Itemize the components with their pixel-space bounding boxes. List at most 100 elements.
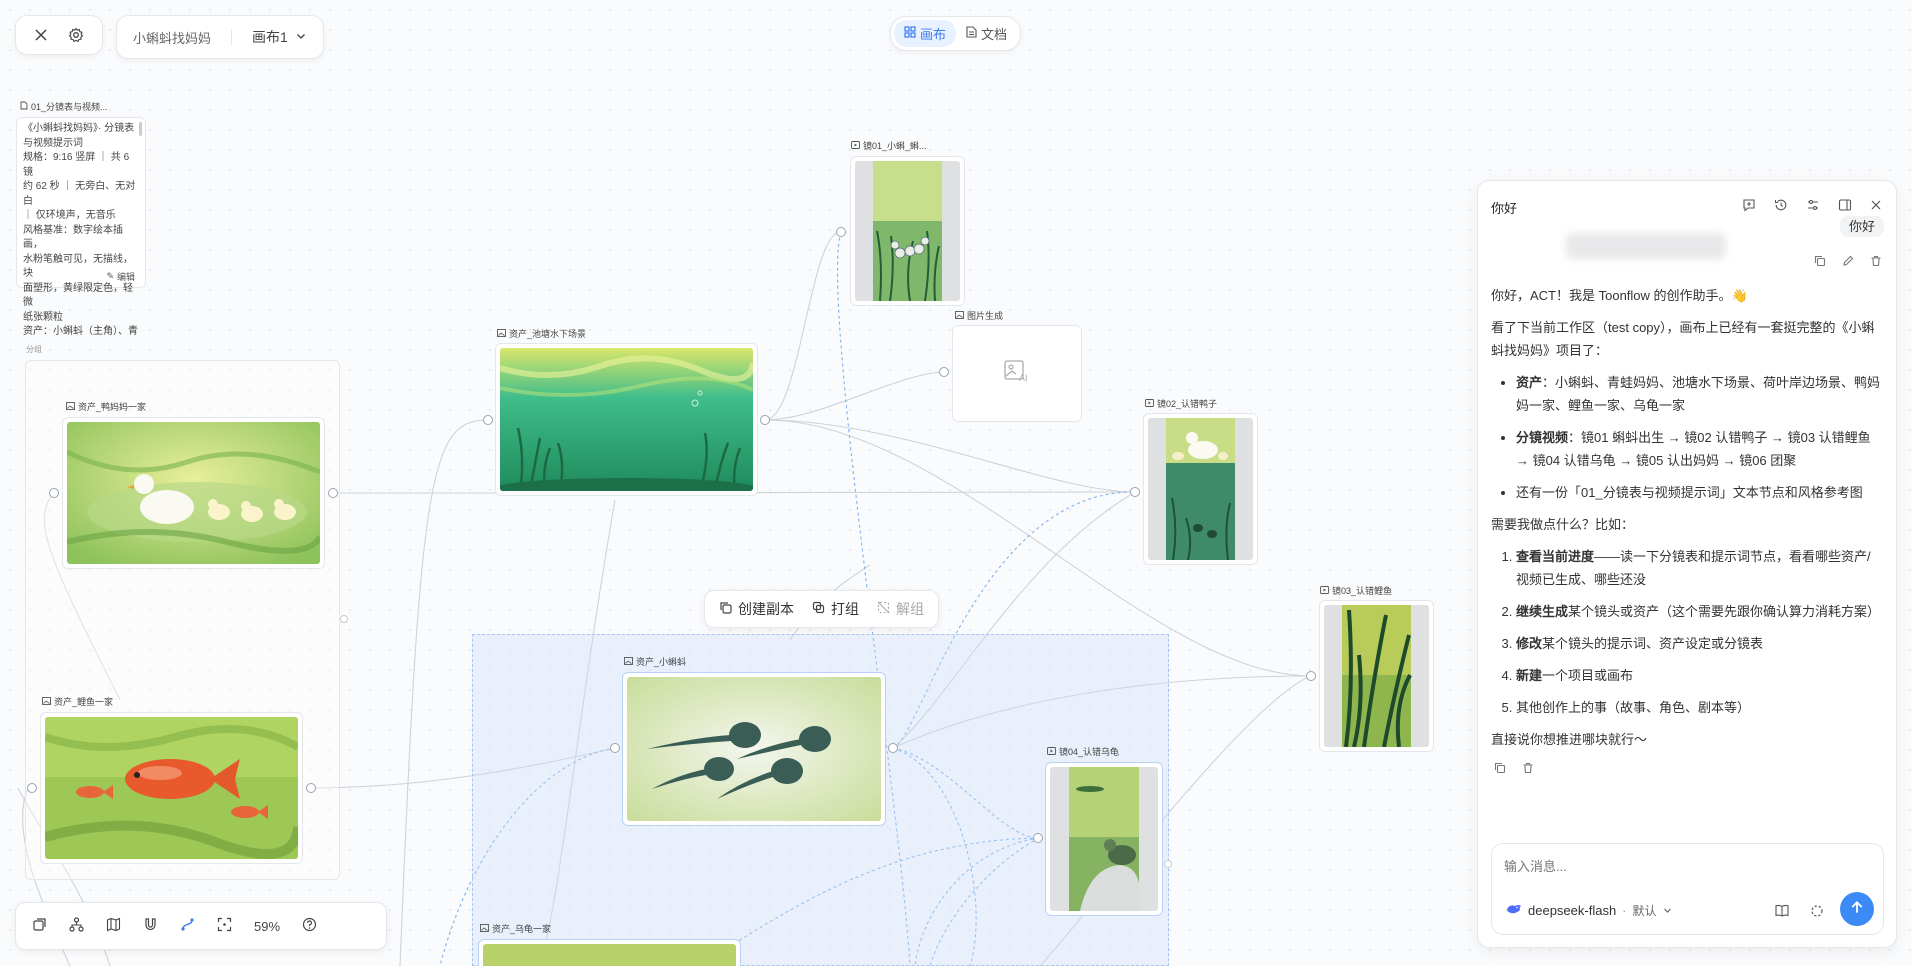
trash-icon[interactable] xyxy=(1522,758,1534,781)
image-icon xyxy=(955,310,964,321)
model-mode: 默认 xyxy=(1632,904,1657,918)
shot02-title: 镜02_认错鸭子 xyxy=(1145,397,1217,410)
new-chat-icon[interactable] xyxy=(1742,198,1756,217)
duck-family-right-port[interactable] xyxy=(328,488,338,498)
note-node[interactable]: 《小蝌蚪找妈妈》· 分镜表 与视频提示词 规格：9:16 竖屏 ｜ 共 6 镜 … xyxy=(16,117,146,337)
list-item: 修改某个镜头的提示词、资产设定或分镜表 xyxy=(1516,632,1882,655)
duck-family-title: 资产_鸭妈妈一家 xyxy=(66,400,146,413)
selection-toolbar: 创建副本 打组 解组 xyxy=(704,590,939,628)
help-icon[interactable] xyxy=(302,917,317,935)
canvas-toolbar: 59% xyxy=(15,902,387,950)
chat-title: 你好 xyxy=(1491,200,1518,216)
image-icon xyxy=(624,656,633,667)
close-icon[interactable] xyxy=(1870,198,1882,216)
tadpole-left-port[interactable] xyxy=(610,743,620,753)
carp-family-image xyxy=(43,717,303,859)
note-content: 《小蝌蚪找妈妈》· 分镜表 与视频提示词 规格：9:16 竖屏 ｜ 共 6 镜 … xyxy=(23,123,138,337)
document-icon xyxy=(20,101,28,112)
canvas-grid-icon xyxy=(904,26,916,41)
layers-icon[interactable] xyxy=(32,917,47,935)
pond-scene-node[interactable] xyxy=(495,343,758,498)
hierarchy-icon[interactable] xyxy=(69,917,84,935)
video-icon xyxy=(1047,746,1056,757)
turtle-family-node[interactable] xyxy=(478,939,741,966)
map-icon[interactable] xyxy=(106,917,121,935)
group-right-port[interactable] xyxy=(340,615,348,623)
copy-icon[interactable] xyxy=(1494,758,1506,781)
note-edit-button[interactable]: ✎ 编辑 xyxy=(106,270,135,283)
tab-canvas-label: 画布 xyxy=(920,27,947,42)
group-button[interactable]: 打组 xyxy=(812,599,859,619)
chevron-down-icon[interactable] xyxy=(296,28,306,46)
assistant-question: 需要我做点什么？比如： xyxy=(1491,517,1635,532)
video-icon xyxy=(1145,398,1154,409)
shot01-image xyxy=(855,161,960,302)
duck-family-node[interactable] xyxy=(62,417,325,569)
carp-family-right-port[interactable] xyxy=(306,783,316,793)
carp-family-left-port[interactable] xyxy=(27,783,37,793)
pond-scene-left-port[interactable] xyxy=(483,415,493,425)
book-icon[interactable] xyxy=(1775,904,1789,922)
project-selector[interactable]: 小蝌蚪找妈妈 画布1 xyxy=(116,15,324,59)
sidebar-toggle-icon[interactable] xyxy=(1838,198,1852,217)
chat-input-box: deepseek-flash · 默认 xyxy=(1491,843,1884,935)
carp-family-node[interactable] xyxy=(40,712,303,864)
shot01-node[interactable] xyxy=(850,156,965,306)
edit-icon[interactable] xyxy=(1842,254,1854,272)
chat-message-input[interactable] xyxy=(1504,856,1864,880)
copy-icon xyxy=(719,601,732,617)
shot04-image xyxy=(1050,767,1158,911)
gear-icon[interactable] xyxy=(68,27,84,43)
history-icon[interactable] xyxy=(1774,198,1788,217)
list-item: 新建一个项目或画布 xyxy=(1516,664,1882,687)
shot04-right-port[interactable] xyxy=(1164,860,1172,868)
fit-view-icon[interactable] xyxy=(217,917,232,935)
shot03-node[interactable] xyxy=(1319,600,1434,752)
duck-family-left-port[interactable] xyxy=(49,488,59,498)
duplicate-button[interactable]: 创建副本 xyxy=(719,599,794,619)
image-gen-title: 图片生成 xyxy=(955,309,1003,322)
shot03-left-port[interactable] xyxy=(1306,671,1316,681)
trash-icon[interactable] xyxy=(1870,254,1882,272)
magnet-icon[interactable] xyxy=(143,917,158,935)
close-icon[interactable] xyxy=(34,28,48,42)
chat-user-message-blur xyxy=(1566,233,1726,259)
tab-document[interactable]: 文档 xyxy=(956,20,1017,47)
image-gen-left-port[interactable] xyxy=(939,367,949,377)
shot03-title: 镜03_认错鲤鱼 xyxy=(1320,584,1392,597)
image-icon xyxy=(480,923,489,934)
settings-sliders-icon[interactable] xyxy=(1806,198,1820,217)
duck-family-image xyxy=(65,422,323,564)
tadpole-title: 资产_小蝌蚪 xyxy=(624,655,686,668)
connector-icon[interactable] xyxy=(180,917,195,935)
shot04-node[interactable] xyxy=(1045,762,1163,916)
image-gen-node[interactable]: AI xyxy=(952,325,1082,422)
video-icon xyxy=(1320,585,1329,596)
loading-spinner-icon[interactable] xyxy=(1810,904,1824,923)
copy-icon[interactable] xyxy=(1814,254,1826,272)
tadpole-right-port[interactable] xyxy=(888,743,898,753)
note-scrollbar[interactable] xyxy=(139,122,142,136)
chevron-down-icon xyxy=(1663,903,1672,918)
pond-scene-right-port[interactable] xyxy=(760,415,770,425)
view-mode-toggle: 画布 文档 xyxy=(890,16,1022,51)
chat-user-message-row: 你好 xyxy=(1839,216,1884,237)
ungroup-button[interactable]: 解组 xyxy=(877,599,924,619)
shot03-image xyxy=(1324,605,1429,748)
model-selector[interactable]: deepseek-flash · 默认 xyxy=(1506,902,1672,919)
user-message-bubble: 你好 xyxy=(1839,216,1884,237)
svg-text:AI: AI xyxy=(1019,373,1028,383)
video-icon xyxy=(851,140,860,151)
tab-canvas[interactable]: 画布 xyxy=(894,20,957,47)
tadpole-image xyxy=(627,677,881,821)
shot02-node[interactable] xyxy=(1143,413,1258,565)
shot01-left-port[interactable] xyxy=(836,227,846,237)
tadpole-node[interactable] xyxy=(622,672,886,826)
shot04-left-port[interactable] xyxy=(1033,833,1043,843)
canvas-name[interactable]: 画布1 xyxy=(252,27,288,47)
list-item: 查看当前进度——读一下分镜表和提示词节点，看看哪些资产/视频已生成、哪些还没 xyxy=(1516,545,1882,591)
separator-dot: · xyxy=(1622,903,1627,918)
zoom-level[interactable]: 59% xyxy=(254,919,280,934)
shot02-left-port[interactable] xyxy=(1130,487,1140,497)
send-button[interactable] xyxy=(1840,892,1874,926)
